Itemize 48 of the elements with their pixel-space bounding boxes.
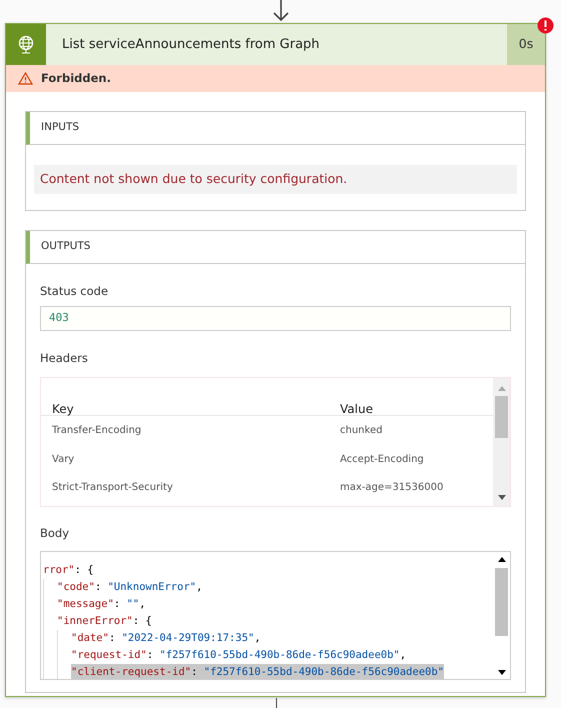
json-value: "2022-04-29T09:17:35": [122, 632, 254, 644]
table-cell-text: Transfer-Encoding: [52, 424, 142, 438]
json-key: "date": [71, 632, 109, 644]
json-key: "innerError": [57, 614, 133, 626]
column-header: Value: [340, 403, 373, 416]
scrollbar[interactable]: [493, 378, 510, 506]
json-value: "UnknownError": [108, 580, 196, 592]
json-value: "f257f610-55bd-490b-86de-f56c90adee0b": [204, 666, 444, 678]
table-cell-text: max-age=31536000: [340, 481, 444, 495]
json-value: "f257f610-55bd-490b-86de-f56c90adee0b": [160, 648, 400, 660]
warning-icon: [18, 72, 33, 85]
field-label: Body: [40, 525, 70, 542]
json-key: "client-request-id": [71, 666, 192, 678]
json-punctuation: ,: [254, 632, 261, 644]
json-punctuation: ,: [400, 648, 406, 660]
json-punctuation: :: [108, 632, 116, 644]
json-key: "code": [57, 580, 95, 592]
down-arrow-icon: [272, 0, 290, 22]
json-key: "message": [57, 598, 114, 610]
action-title: List serviceAnnouncements from Graph: [61, 36, 321, 54]
json-punctuation: :: [191, 666, 198, 678]
duration: 0s: [507, 24, 545, 65]
field-label: Status code: [40, 282, 110, 300]
json-key: "request-id": [71, 648, 147, 660]
security-notice: Content not shown due to security configuration.: [34, 165, 517, 194]
json-punctuation: ,: [196, 580, 202, 592]
error-message: Forbidden.: [41, 70, 111, 87]
json-punctuation: :: [146, 648, 154, 660]
section-heading: INPUTS: [41, 120, 80, 136]
table-cell-text: Strict-Transport-Security: [52, 481, 174, 495]
table-cell-text: Vary: [52, 452, 76, 466]
json-punctuation: :: [94, 580, 102, 592]
json-value: "": [126, 598, 140, 610]
scroll-down-icon[interactable]: [498, 670, 506, 676]
field-label: Headers: [40, 350, 89, 367]
json-punctuation: ,: [139, 598, 146, 610]
json-punctuation: :: [114, 598, 122, 610]
column-header: Key: [52, 403, 75, 416]
status-code-value: 403: [49, 310, 69, 326]
globe-icon: [17, 34, 35, 54]
json-key: rror": [43, 564, 75, 576]
table-cell-text: Accept-Encoding: [340, 452, 424, 466]
scroll-down-icon[interactable]: [498, 495, 506, 502]
json-punctuation: : {: [132, 614, 152, 626]
json-punctuation: : {: [74, 564, 94, 576]
scroll-up-icon[interactable]: [498, 556, 506, 562]
table-cell-text: chunked: [340, 424, 382, 438]
section-heading: OUTPUTS: [41, 238, 90, 254]
